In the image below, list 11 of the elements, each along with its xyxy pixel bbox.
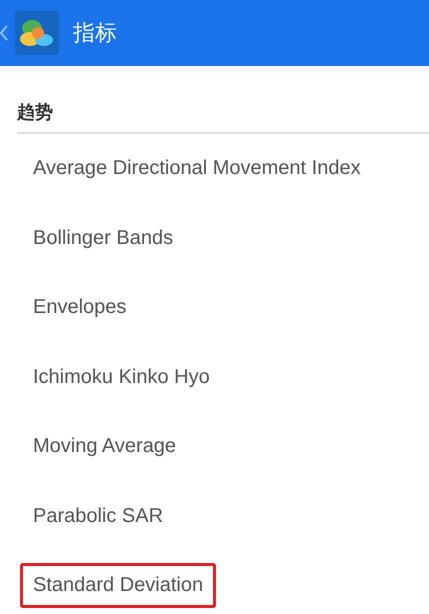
indicator-item[interactable]: Envelopes: [20, 285, 140, 330]
indicator-item[interactable]: Bollinger Bands: [20, 216, 186, 261]
indicator-item[interactable]: Standard Deviation: [20, 563, 216, 608]
app-title: 指标: [73, 20, 117, 48]
back-icon[interactable]: [0, 25, 8, 41]
indicator-item[interactable]: Average Directional Movement Index: [20, 146, 374, 192]
section-header: 趋势: [17, 100, 429, 134]
app-logo-icon[interactable]: [15, 11, 59, 55]
indicator-item[interactable]: Ichimoku Kinko Hyo: [20, 354, 223, 400]
indicator-item[interactable]: Parabolic SAR: [20, 494, 176, 539]
indicator-item[interactable]: Moving Average: [20, 424, 190, 470]
